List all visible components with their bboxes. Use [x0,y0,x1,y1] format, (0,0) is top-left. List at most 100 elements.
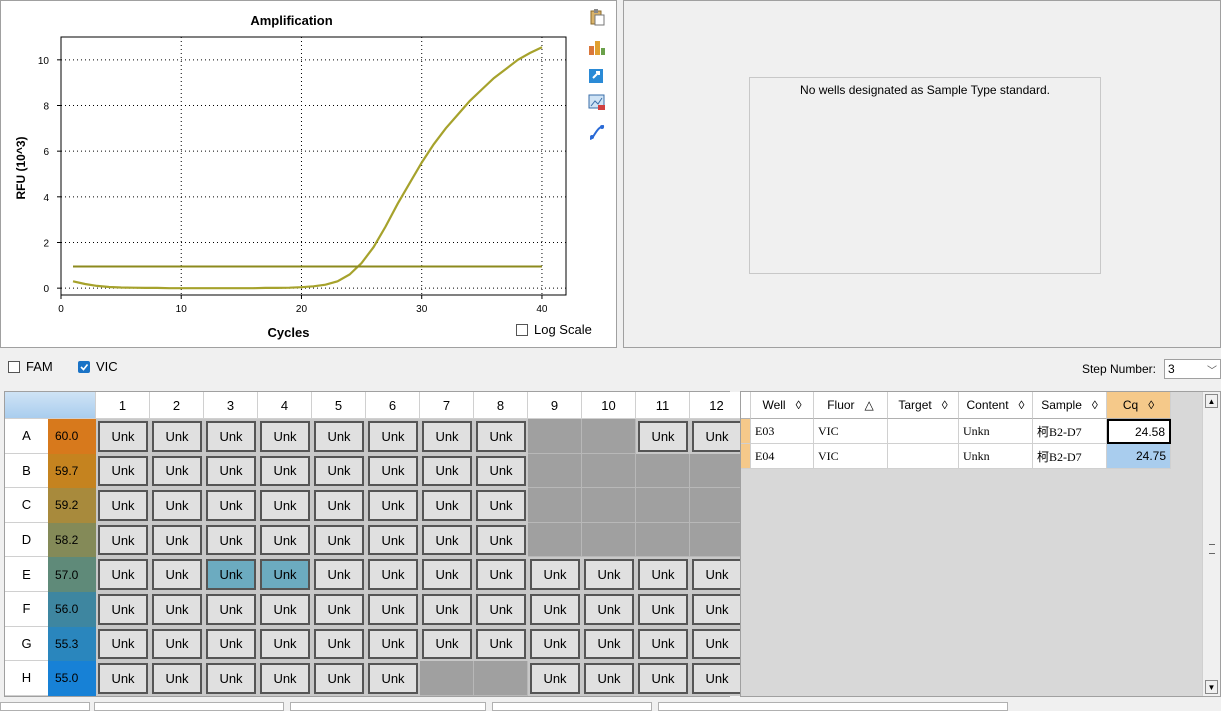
well-C5[interactable]: Unk [312,488,366,523]
column-header-content[interactable]: Content ◊ [959,392,1033,419]
table-cell-content[interactable]: Unkn [959,444,1033,469]
well-E7[interactable]: Unk [420,557,474,592]
column-header-12[interactable]: 12 [690,392,744,419]
scroll-down-icon[interactable]: ▼ [1205,680,1218,694]
empty-well-B9[interactable] [528,453,582,489]
well-B6[interactable]: Unk [366,453,420,489]
column-header-3[interactable]: 3 [204,392,258,419]
row-header-E[interactable]: E [5,557,48,592]
well-H5[interactable]: Unk [312,661,366,696]
empty-well-D10[interactable] [582,522,636,558]
well-H4[interactable]: Unk [258,661,312,696]
well-B4[interactable]: Unk [258,453,312,489]
bar-chart-icon[interactable] [588,38,606,56]
table-cell-well[interactable]: E03 [751,419,814,444]
column-header-8[interactable]: 8 [474,392,528,419]
row-header-C[interactable]: C [5,488,48,523]
table-cell-target[interactable] [888,444,959,469]
row-selector-header[interactable] [741,392,751,419]
row-header-D[interactable]: D [5,522,48,558]
empty-well-C9[interactable] [528,488,582,523]
column-header-10[interactable]: 10 [582,392,636,419]
well-A5[interactable]: Unk [312,419,366,454]
column-header-fluor[interactable]: Fluor △ [814,392,888,419]
well-B3[interactable]: Unk [204,453,258,489]
well-H3[interactable]: Unk [204,661,258,696]
well-D3[interactable]: Unk [204,522,258,558]
well-G9[interactable]: Unk [528,626,582,662]
well-B2[interactable]: Unk [150,453,204,489]
empty-well-D9[interactable] [528,522,582,558]
well-G11[interactable]: Unk [636,626,690,662]
well-A8[interactable]: Unk [474,419,528,454]
well-E8[interactable]: Unk [474,557,528,592]
sort-icon[interactable]: ◊ [1019,398,1025,412]
well-B7[interactable]: Unk [420,453,474,489]
table-cell-sample[interactable]: 柯B2-D7 [1033,444,1107,469]
well-F12[interactable]: Unk [690,592,744,627]
well-D2[interactable]: Unk [150,522,204,558]
well-C1[interactable]: Unk [96,488,150,523]
empty-well-A9[interactable] [528,419,582,454]
well-C2[interactable]: Unk [150,488,204,523]
well-G3[interactable]: Unk [204,626,258,662]
well-G2[interactable]: Unk [150,626,204,662]
empty-well-D12[interactable] [690,522,744,558]
plate-corner[interactable] [5,392,96,419]
well-D4[interactable]: Unk [258,522,312,558]
empty-well-C11[interactable] [636,488,690,523]
well-H10[interactable]: Unk [582,661,636,696]
well-F9[interactable]: Unk [528,592,582,627]
well-G8[interactable]: Unk [474,626,528,662]
well-G10[interactable]: Unk [582,626,636,662]
log-scale-toggle[interactable]: Log Scale [516,322,592,337]
well-B8[interactable]: Unk [474,453,528,489]
sort-icon[interactable]: ◊ [796,398,802,412]
well-H12[interactable]: Unk [690,661,744,696]
column-header-cq[interactable]: Cq ◊ [1107,392,1171,419]
well-B5[interactable]: Unk [312,453,366,489]
well-F11[interactable]: Unk [636,592,690,627]
row-header-G[interactable]: G [5,626,48,662]
sort-icon[interactable]: △ [865,398,874,412]
well-A4[interactable]: Unk [258,419,312,454]
well-E5[interactable]: Unk [312,557,366,592]
column-header-1[interactable]: 1 [96,392,150,419]
well-E12[interactable]: Unk [690,557,744,592]
column-header-well[interactable]: Well ◊ [751,392,814,419]
well-C8[interactable]: Unk [474,488,528,523]
well-B1[interactable]: Unk [96,453,150,489]
row-header-B[interactable]: B [5,453,48,489]
table-cell-content[interactable]: Unkn [959,419,1033,444]
empty-well-A10[interactable] [582,419,636,454]
well-H6[interactable]: Unk [366,661,420,696]
table-cell-cq[interactable]: 24.75 [1107,444,1171,469]
log-scale-checkbox[interactable] [516,323,528,336]
table-cell-well[interactable]: E04 [751,444,814,469]
well-A3[interactable]: Unk [204,419,258,454]
well-G5[interactable]: Unk [312,626,366,662]
table-scrollbar[interactable]: ▲ ▼ [1202,392,1220,696]
sort-icon[interactable]: ◊ [1092,398,1098,412]
well-F7[interactable]: Unk [420,592,474,627]
well-D5[interactable]: Unk [312,522,366,558]
well-G6[interactable]: Unk [366,626,420,662]
well-F4[interactable]: Unk [258,592,312,627]
empty-well-B10[interactable] [582,453,636,489]
table-cell-fluor[interactable]: VIC [814,419,888,444]
scroll-up-icon[interactable]: ▲ [1205,394,1218,408]
column-header-11[interactable]: 11 [636,392,690,419]
vic-toggle[interactable]: VIC [78,359,118,374]
well-E1[interactable]: Unk [96,557,150,592]
fam-checkbox[interactable] [8,360,20,373]
fam-toggle[interactable]: FAM [8,359,53,374]
clipboard-icon[interactable] [588,8,606,26]
empty-well-C10[interactable] [582,488,636,523]
well-E2[interactable]: Unk [150,557,204,592]
bottom-tab[interactable] [492,702,652,711]
table-cell-target[interactable] [888,419,959,444]
well-E4[interactable]: Unk [258,557,312,592]
well-H2[interactable]: Unk [150,661,204,696]
well-D1[interactable]: Unk [96,522,150,558]
well-G7[interactable]: Unk [420,626,474,662]
